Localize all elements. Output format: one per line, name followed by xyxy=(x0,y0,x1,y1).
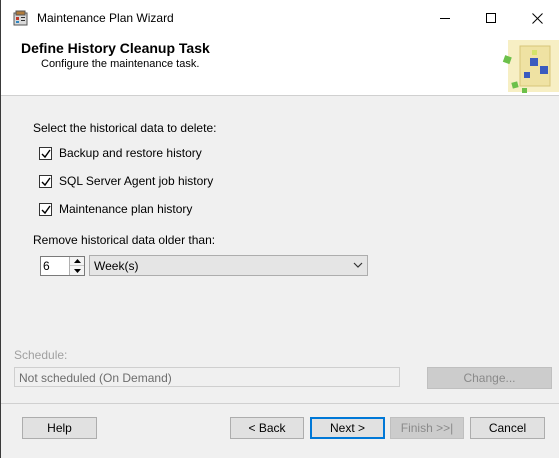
checkmark-icon xyxy=(41,205,51,214)
change-schedule-button[interactable]: Change... xyxy=(427,367,552,389)
help-button[interactable]: Help xyxy=(22,417,97,439)
page-subtitle: Configure the maintenance task. xyxy=(41,58,200,70)
cancel-button[interactable]: Cancel xyxy=(470,417,545,439)
chevron-up-icon xyxy=(73,259,81,263)
maximize-button[interactable] xyxy=(468,0,514,36)
maintenance-plan-history-checkbox-row[interactable]: Maintenance plan history xyxy=(39,201,192,217)
maintenance-plan-history-checkbox[interactable] xyxy=(39,202,52,216)
spin-up-button[interactable] xyxy=(70,257,84,266)
minimize-icon xyxy=(440,17,450,19)
schedule-value: Not scheduled (On Demand) xyxy=(19,371,172,385)
age-value[interactable]: 6 xyxy=(43,259,50,273)
checkmark-icon xyxy=(41,149,51,158)
finish-button[interactable]: Finish >>| xyxy=(390,417,464,439)
age-spinner[interactable]: 6 xyxy=(40,256,85,276)
select-history-label: Select the historical data to delete: xyxy=(33,121,217,135)
backup-history-label: Backup and restore history xyxy=(59,146,202,160)
schedule-label: Schedule: xyxy=(14,348,68,362)
minimize-button[interactable] xyxy=(422,0,468,36)
footer-divider xyxy=(1,403,559,404)
window-title: Maintenance Plan Wizard xyxy=(37,11,174,25)
wizard-header: Define History Cleanup Task Configure th… xyxy=(1,36,559,96)
wizard-banner-icon xyxy=(498,36,559,96)
older-than-label: Remove historical data older than: xyxy=(33,233,216,247)
spinner-buttons xyxy=(69,257,84,275)
age-unit-select[interactable]: Week(s) xyxy=(89,255,368,276)
agent-job-history-label: SQL Server Agent job history xyxy=(59,174,214,188)
maximize-icon xyxy=(486,13,496,23)
agent-job-history-checkbox[interactable] xyxy=(39,174,52,188)
schedule-field: Not scheduled (On Demand) xyxy=(14,367,400,387)
title-bar[interactable]: Maintenance Plan Wizard xyxy=(1,0,559,36)
close-icon xyxy=(531,12,543,24)
checkmark-icon xyxy=(41,177,51,186)
wizard-app-icon xyxy=(13,10,29,26)
close-button[interactable] xyxy=(514,0,559,36)
page-title: Define History Cleanup Task xyxy=(21,40,210,56)
next-button[interactable]: Next > xyxy=(310,417,385,439)
spin-down-button[interactable] xyxy=(70,266,84,275)
backup-history-checkbox-row[interactable]: Backup and restore history xyxy=(39,145,202,161)
agent-job-history-checkbox-row[interactable]: SQL Server Agent job history xyxy=(39,173,213,189)
back-button[interactable]: < Back xyxy=(230,417,304,439)
chevron-down-icon xyxy=(73,268,81,273)
backup-history-checkbox[interactable] xyxy=(39,146,52,160)
chevron-down-icon xyxy=(353,262,363,268)
age-unit-value: Week(s) xyxy=(94,259,139,273)
maintenance-plan-history-label: Maintenance plan history xyxy=(59,202,193,216)
wizard-window: Maintenance Plan Wizard Define History C… xyxy=(0,0,559,458)
